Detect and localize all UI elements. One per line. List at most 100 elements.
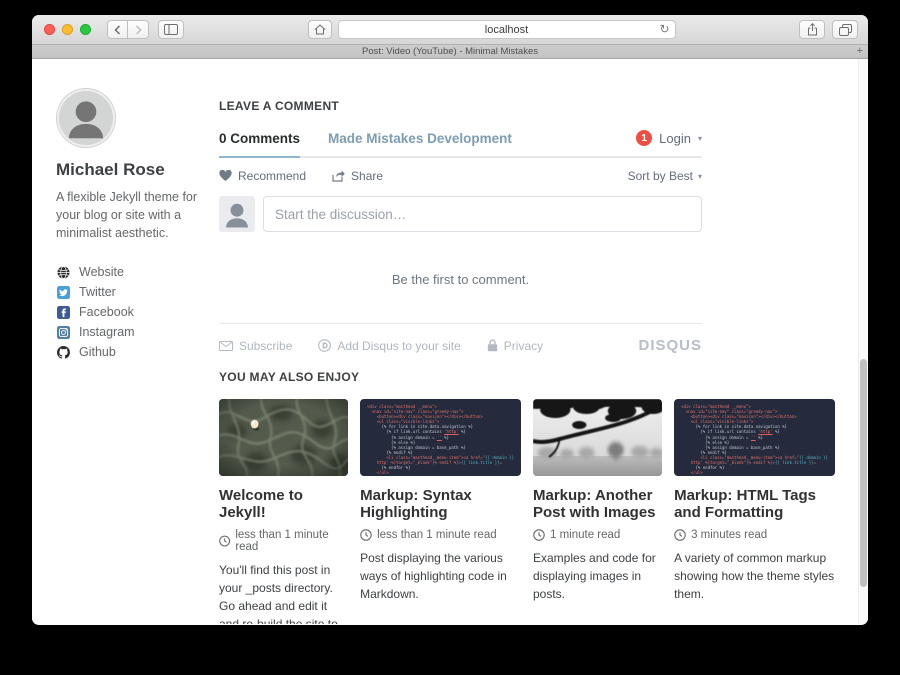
tab-bar: Post: Video (YouTube) - Minimal Mistakes…: [32, 45, 868, 59]
read-time: 1 minute read: [550, 529, 620, 541]
clock-icon: [533, 529, 545, 541]
author-link-facebook[interactable]: Facebook: [56, 302, 216, 322]
github-icon: [56, 345, 70, 359]
related-card-another-post-images: Markup: Another Post with Images 1 minut…: [533, 399, 662, 624]
author-link-label: Twitter: [79, 285, 116, 299]
instagram-icon: [56, 325, 70, 339]
login-label: Login: [659, 131, 691, 146]
post-meta: less than 1 minute read: [360, 529, 521, 541]
person-icon: [219, 196, 255, 232]
share-comments-button[interactable]: Share: [332, 169, 383, 183]
author-link-github[interactable]: Github: [56, 342, 216, 362]
recommend-button[interactable]: Recommend: [219, 169, 306, 183]
read-time: less than 1 minute read: [377, 529, 497, 541]
post-excerpt: Post displaying the various ways of high…: [360, 549, 521, 603]
browser-window: localhost ↻ Post: Video (YouTube) - Mini…: [32, 15, 868, 625]
scrollbar-track[interactable]: [858, 59, 868, 624]
post-thumbnail-green-macro[interactable]: [219, 399, 348, 476]
post-title[interactable]: Markup: Another Post with Images: [533, 487, 662, 522]
privacy-link[interactable]: Privacy: [487, 339, 543, 353]
reload-icon[interactable]: ↻: [659, 22, 669, 36]
post-title[interactable]: Markup: HTML Tags and Formatting: [674, 487, 835, 522]
post-excerpt: Examples and code for displaying images …: [533, 549, 662, 603]
author-link-label: Github: [79, 345, 116, 359]
empty-state-message: Be the first to comment.: [219, 272, 702, 287]
privacy-label: Privacy: [504, 339, 543, 353]
address-bar[interactable]: localhost ↻: [338, 20, 676, 39]
author-link-label: Instagram: [79, 325, 135, 339]
tab-overview-button[interactable]: [832, 20, 858, 39]
add-disqus-link[interactable]: Add Disqus to your site: [318, 339, 460, 353]
url-text: localhost: [485, 24, 528, 36]
back-button[interactable]: [107, 20, 128, 39]
home-button[interactable]: [308, 20, 332, 39]
related-cards: Welcome to Jekyll! less than 1 minute re…: [219, 399, 835, 624]
heart-icon: [219, 170, 232, 182]
share-label: Share: [351, 169, 383, 183]
page-content: Michael Rose A flexible Jekyll theme for…: [32, 59, 868, 624]
author-bio: A flexible Jekyll theme for your blog or…: [56, 188, 216, 242]
disqus-actions: Recommend Share Sort by Best ▾: [219, 169, 702, 183]
tabs-icon: [839, 24, 852, 36]
subscribe-link[interactable]: Subscribe: [219, 339, 292, 353]
author-name: Michael Rose: [56, 160, 216, 180]
post-thumbnail-foggy-trees[interactable]: [533, 399, 662, 476]
login-control[interactable]: 1 Login ▾: [636, 130, 702, 146]
comments-heading: LEAVE A COMMENT: [219, 99, 702, 113]
disqus-footer: Subscribe Add Disqus to your site Privac…: [219, 337, 702, 354]
sidebar-icon: [164, 24, 178, 35]
recommend-label: Recommend: [238, 169, 306, 183]
comment-input[interactable]: [263, 196, 702, 232]
minimize-window-button[interactable]: [62, 24, 73, 35]
disqus-header: 0 Comments Made Mistakes Development 1 L…: [219, 130, 702, 158]
comments-section: LEAVE A COMMENT 0 Comments Made Mistakes…: [219, 99, 702, 354]
zoom-window-button[interactable]: [80, 24, 91, 35]
author-link-twitter[interactable]: Twitter: [56, 282, 216, 302]
related-posts-section: YOU MAY ALSO ENJOY: [219, 370, 835, 624]
disqus-d-icon: [318, 339, 331, 352]
post-thumbnail-code[interactable]: <div class="masthead __menu"> <nav id="s…: [674, 399, 835, 476]
share-button[interactable]: [799, 20, 825, 39]
author-avatar: [57, 89, 115, 147]
post-excerpt: You'll find this post in your _posts dir…: [219, 561, 348, 625]
related-card-html-tags-formatting: <div class="masthead __menu"> <nav id="s…: [674, 399, 835, 624]
close-window-button[interactable]: [44, 24, 55, 35]
post-title[interactable]: Markup: Syntax Highlighting: [360, 487, 521, 522]
post-title[interactable]: Welcome to Jekyll!: [219, 487, 348, 522]
chevron-right-icon: [134, 25, 143, 35]
related-card-welcome-jekyll: Welcome to Jekyll! less than 1 minute re…: [219, 399, 348, 624]
home-icon: [314, 24, 326, 35]
sort-dropdown[interactable]: Sort by Best ▾: [628, 169, 702, 183]
chevron-down-icon: ▾: [698, 172, 702, 181]
author-links: Website Twitter Facebook: [56, 262, 216, 362]
author-link-instagram[interactable]: Instagram: [56, 322, 216, 342]
disqus-logo[interactable]: DISQUS: [638, 337, 702, 354]
post-excerpt: A variety of common markup showing how t…: [674, 549, 835, 603]
post-meta: 3 minutes read: [674, 529, 835, 541]
person-icon: [59, 91, 113, 145]
code-snippet: <div class="masthead __menu"> <nav id="s…: [367, 404, 514, 475]
code-snippet: <div class="masthead __menu"> <nav id="s…: [681, 404, 828, 475]
new-tab-button[interactable]: +: [857, 45, 863, 58]
clock-icon: [674, 529, 686, 541]
add-disqus-label: Add Disqus to your site: [337, 339, 460, 353]
notification-badge: 1: [636, 130, 652, 146]
author-link-website[interactable]: Website: [56, 262, 216, 282]
sidebar-toggle-button[interactable]: [158, 20, 184, 39]
community-link[interactable]: Made Mistakes Development: [328, 131, 512, 146]
post-thumbnail-code[interactable]: <div class="masthead __menu"> <nav id="s…: [360, 399, 521, 476]
share-arrow-icon: [332, 170, 345, 182]
read-time: less than 1 minute read: [235, 529, 348, 553]
read-time: 3 minutes read: [691, 529, 767, 541]
scrollbar-thumb[interactable]: [860, 359, 867, 587]
window-controls: [44, 24, 91, 35]
forward-button[interactable]: [128, 20, 149, 39]
active-tab[interactable]: Post: Video (YouTube) - Minimal Mistakes: [362, 46, 538, 57]
comment-count-tab[interactable]: 0 Comments: [219, 131, 300, 146]
divider: [219, 323, 702, 324]
author-link-label: Website: [79, 265, 124, 279]
share-icon: [807, 23, 818, 36]
globe-icon: [56, 265, 70, 279]
twitter-icon: [56, 285, 70, 299]
envelope-icon: [219, 341, 233, 351]
